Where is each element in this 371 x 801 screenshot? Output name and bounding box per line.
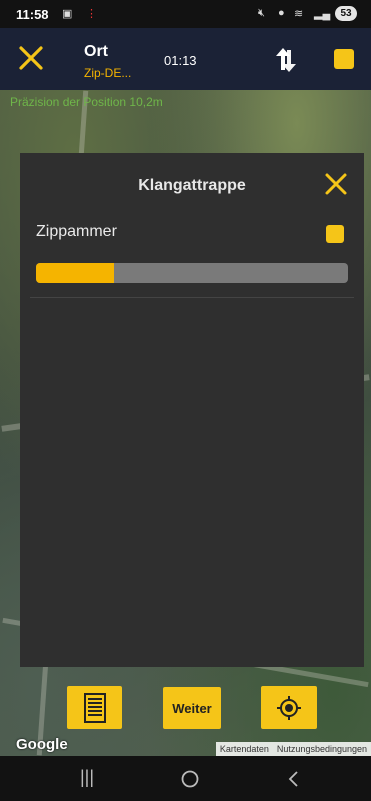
screenshot-icon: ▣ bbox=[62, 8, 73, 20]
page-subtitle: Zip-DE... bbox=[84, 66, 132, 80]
home-button[interactable] bbox=[181, 770, 199, 788]
close-icon[interactable] bbox=[18, 45, 44, 71]
signal-icon: ▂▄ bbox=[314, 8, 331, 20]
next-button[interactable]: Weiter bbox=[163, 687, 221, 729]
list-button[interactable] bbox=[67, 686, 122, 729]
battery-indicator: 53 bbox=[335, 6, 357, 21]
swap-arrows-icon[interactable] bbox=[272, 46, 300, 74]
stop-button[interactable] bbox=[334, 49, 354, 69]
system-nav-bar: ||| bbox=[0, 756, 371, 801]
list-icon bbox=[83, 692, 106, 723]
recents-button[interactable]: ||| bbox=[80, 767, 94, 788]
divider bbox=[30, 297, 354, 298]
recording-timer: 01:13 bbox=[164, 53, 197, 68]
crosshair-icon bbox=[277, 695, 301, 720]
status-bar: 11:58 ▣ ⋮ 🔇︎ ● ≋ ▂▄ 53 bbox=[0, 0, 371, 28]
species-name: Zippammer bbox=[36, 223, 117, 240]
map-attribution: Kartendaten Nutzungsbedingungen bbox=[215, 742, 371, 756]
more-icon: ⋮ bbox=[86, 8, 97, 20]
playback-progress-bar[interactable] bbox=[36, 263, 348, 283]
google-logo: Google bbox=[16, 736, 68, 753]
location-status-icon: ● bbox=[278, 7, 285, 19]
my-location-button[interactable] bbox=[261, 686, 317, 729]
sound-lure-dialog: Klangattrappe Zippammer bbox=[20, 153, 364, 667]
app-header: Ort Zip-DE... 01:13 bbox=[0, 28, 371, 90]
species-stop-button[interactable] bbox=[326, 225, 344, 243]
position-precision-text: Präzision der Position 10,2m bbox=[10, 95, 163, 109]
wifi-icon: ≋ bbox=[294, 8, 304, 20]
playback-progress-fill bbox=[36, 263, 114, 283]
page-title: Ort bbox=[84, 43, 108, 60]
terms-link[interactable]: Nutzungsbedingungen bbox=[277, 744, 367, 754]
dialog-close-icon[interactable] bbox=[324, 172, 348, 196]
mute-icon: 🔇︎ bbox=[258, 7, 265, 19]
map-data-link[interactable]: Kartendaten bbox=[220, 744, 269, 754]
dialog-title: Klangattrappe bbox=[138, 177, 246, 194]
back-button[interactable] bbox=[287, 770, 299, 788]
status-time: 11:58 bbox=[16, 7, 49, 22]
